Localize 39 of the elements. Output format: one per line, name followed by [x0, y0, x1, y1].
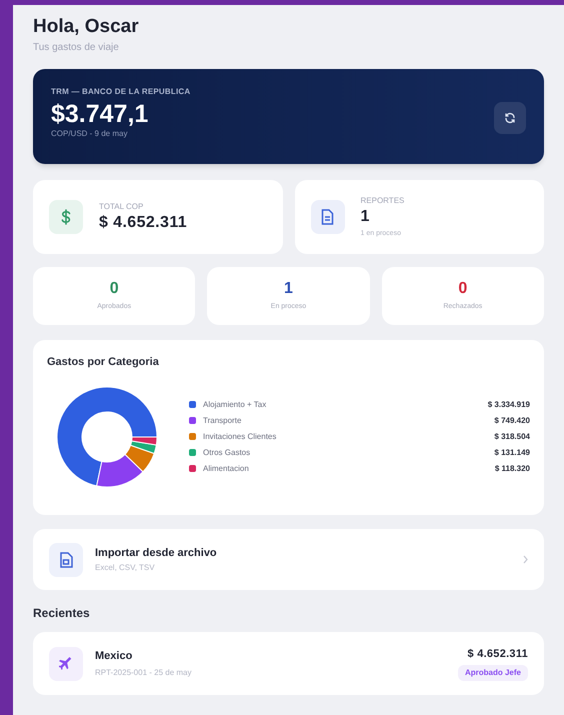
- status-count: 0: [458, 279, 468, 300]
- status-count: 0: [110, 279, 119, 300]
- import-card[interactable]: Importar desde archivo Excel, CSV, TSV: [33, 529, 544, 590]
- summary-label: REPORTES: [360, 194, 404, 207]
- section-title: Recientes: [33, 605, 91, 622]
- import-subtitle: Excel, CSV, TSV: [95, 562, 156, 574]
- import-title: Importar desde archivo: [95, 546, 218, 561]
- chevron-right-icon: [523, 555, 528, 564]
- legend-label: Otros Gastos: [203, 446, 252, 458]
- report-card[interactable]: Mexico RPT-2025-001 - 25 de may $ 4.652.311 Aprobado Jefe: [33, 632, 544, 695]
- dollar-icon: [61, 209, 71, 225]
- greeting-title: Hola, Oscar: [33, 15, 140, 39]
- summary-label: TOTAL COP: [99, 201, 144, 213]
- refresh-button[interactable]: [494, 102, 526, 134]
- refresh-icon: [504, 112, 516, 124]
- report-amount: $ 4.652.311: [467, 646, 528, 662]
- legend-label: Transporte: [203, 414, 242, 426]
- greeting-subtitle: Tus gastos de viaje: [33, 41, 120, 55]
- rate-label: TRM — BANCO DE LA REPUBLICA: [51, 86, 190, 98]
- legend-amount: $ 318.504: [494, 430, 530, 442]
- document-icon: [321, 209, 334, 225]
- summary-value: $ 4.652.311: [99, 213, 188, 233]
- legend-label: Alojamiento + Tax: [203, 398, 268, 410]
- spreadsheet-file-icon: [59, 552, 73, 568]
- card-title: Gastos por Categoria: [47, 355, 160, 370]
- legend-amount: $ 3.334.919: [488, 398, 530, 410]
- summary-value: 1: [360, 206, 371, 227]
- legend-label: Invitaciones Clientes: [203, 430, 278, 442]
- legend-label: Alimentacion: [203, 462, 250, 474]
- status-count: 1: [284, 279, 293, 300]
- rate-value: $3.747,1: [51, 100, 150, 128]
- report-name: Mexico: [95, 649, 134, 664]
- report-meta: RPT-2025-001 - 25 de may: [95, 666, 192, 679]
- legend-amount: $ 749.420: [494, 414, 530, 426]
- legend-amount: $ 118.320: [494, 462, 530, 474]
- status-badge: Aprobado Jefe: [458, 665, 528, 682]
- rate-caption: COP/USD - 9 de may: [51, 128, 128, 140]
- plane-icon: [59, 656, 73, 670]
- legend-amount: $ 131.149: [494, 446, 530, 458]
